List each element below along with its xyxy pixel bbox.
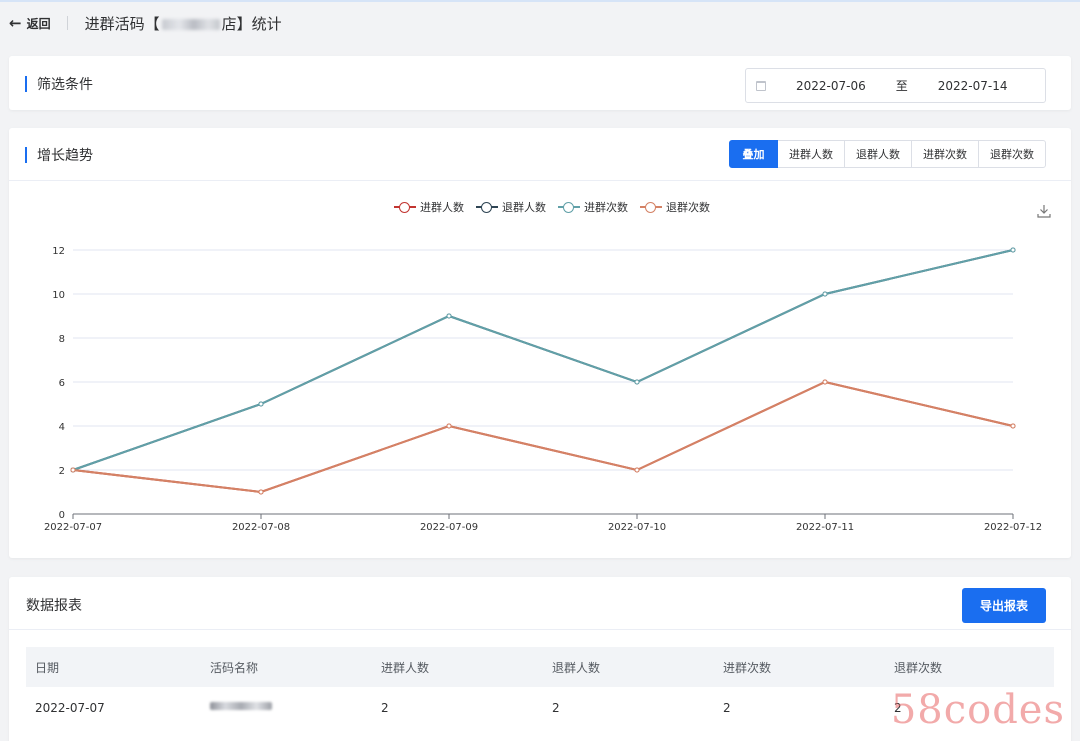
page-title-prefix: 进群活码【 [84,14,160,33]
cell-out-people: 2 [552,701,560,715]
data-point [446,423,452,429]
col-code-name[interactable]: 活码名称 [201,647,372,687]
data-point [634,467,640,473]
filter-card: 筛选条件 2022-07-06 至 2022-07-14 [9,56,1071,110]
data-point [822,379,828,385]
tab-overlay[interactable]: 叠加 [729,140,778,168]
series-line-2 [72,249,1014,471]
col-in-times[interactable]: 进群次数 [714,647,885,687]
y-tick-label: 4 [59,422,65,433]
data-point [1010,423,1016,429]
data-point [258,401,264,407]
col-in-people[interactable]: 进群人数 [372,647,543,687]
x-tick-label: 2022-07-11 [796,522,854,533]
card-divider [9,180,1071,181]
series-line-0 [72,380,1014,494]
col-out-people[interactable]: 退群人数 [543,647,714,687]
back-button[interactable]: ← 返回 [9,15,51,32]
tab-out-times[interactable]: 退群次数 [978,140,1046,168]
data-point [822,291,828,297]
redacted-store-name [161,18,220,30]
x-tick-label: 2022-07-12 [984,522,1042,533]
series-line-3 [72,380,1014,494]
y-tick-label: 0 [59,510,65,521]
download-icon[interactable] [1037,204,1051,218]
y-tick-label: 6 [59,378,65,389]
legend-item-out-people[interactable]: 退群人数 [476,199,546,215]
chart-legend: 进群人数 退群人数 进群次数 退群次数 [394,199,722,215]
tab-in-times[interactable]: 进群次数 [911,140,979,168]
x-tick-label: 2022-07-09 [420,522,478,533]
page-title-suffix: 店】统计 [221,14,282,33]
cell-code-name [201,687,372,729]
x-tick-label: 2022-07-08 [232,522,290,533]
date-separator: 至 [895,79,908,93]
data-point [258,489,264,495]
trend-tabs: 叠加 进群人数 退群人数 进群次数 退群次数 [729,140,1046,168]
date-end[interactable]: 2022-07-14 [938,79,1008,93]
export-report-button[interactable]: 导出报表 [962,588,1046,623]
data-point [446,313,452,319]
tab-in-people[interactable]: 进群人数 [777,140,845,168]
trend-title: 增长趋势 [25,145,93,165]
y-tick-label: 2 [59,466,65,477]
back-label: 返回 [26,16,51,31]
y-tick-label: 8 [59,334,65,345]
date-start[interactable]: 2022-07-06 [796,79,866,93]
divider [66,16,68,30]
y-tick-label: 10 [52,290,65,301]
legend-item-in-people[interactable]: 进群人数 [394,199,464,215]
data-point [1010,247,1016,253]
trend-card: 增长趋势 叠加 进群人数 退群人数 进群次数 退群次数 进群人数 退群人数 进群… [9,128,1071,558]
col-date[interactable]: 日期 [26,647,201,687]
x-tick-label: 2022-07-10 [608,522,666,533]
table-header-row: 日期 活码名称 进群人数 退群人数 进群次数 退群次数 [26,647,1054,687]
top-bar: ← 返回 进群活码【 店】统计 [0,0,1080,44]
tab-out-people[interactable]: 退群人数 [844,140,912,168]
watermark: 58codes [890,687,1065,733]
report-title: 数据报表 [26,598,82,614]
arrow-left-icon: ← [9,13,22,32]
cell-date: 2022-07-07 [35,701,105,715]
data-point [634,379,640,385]
x-tick-label: 2022-07-07 [44,522,102,533]
cell-in-times: 2 [723,701,731,715]
data-point [70,467,76,473]
legend-item-in-times[interactable]: 进群次数 [558,199,628,215]
trend-line-chart: 0 2 4 6 8 10 12 2022-07-07 2022-07-08 2022-07-09 2… [44,246,1042,533]
y-tick-label: 12 [52,246,65,257]
filter-title: 筛选条件 [25,74,93,94]
page-title: 进群活码【 店】统计 [85,13,282,34]
col-out-times[interactable]: 退群次数 [885,647,1054,687]
redacted-code-name [210,702,272,710]
cell-in-people: 2 [381,701,389,715]
card-divider [9,629,1071,630]
date-range-picker[interactable]: 2022-07-06 至 2022-07-14 [745,68,1046,103]
legend-item-out-times[interactable]: 退群次数 [640,199,710,215]
calendar-icon [756,80,766,91]
